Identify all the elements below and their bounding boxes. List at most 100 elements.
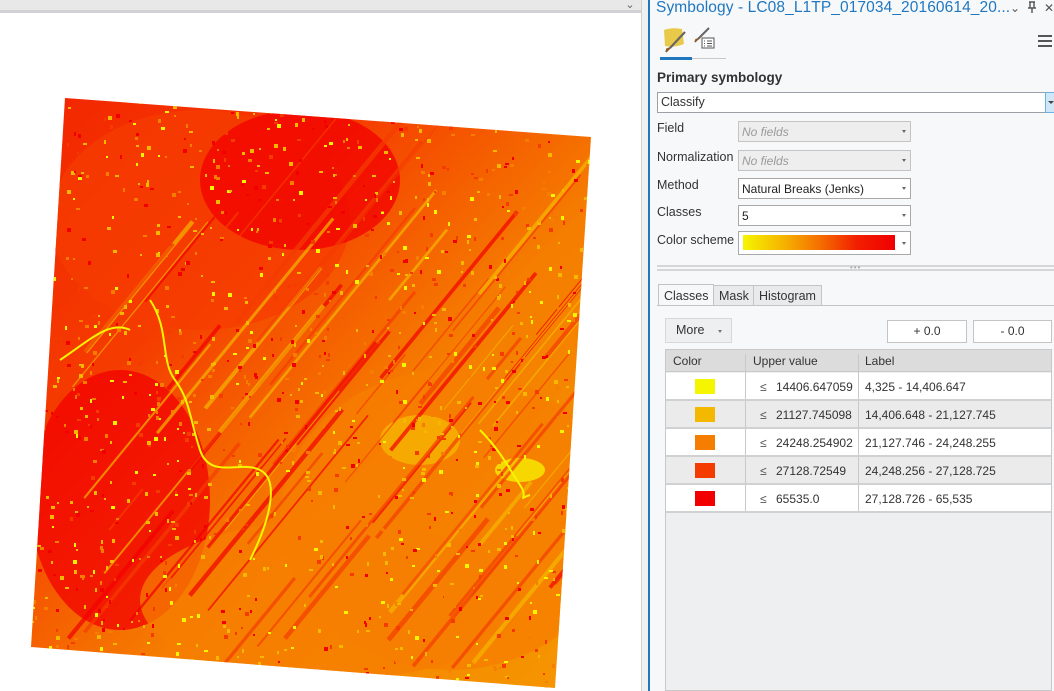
raster-pixel: [400, 306, 402, 310]
raster-pixel: [186, 124, 188, 128]
raster-pixel: [51, 184, 54, 186]
upper-value[interactable]: 14406.647059: [776, 380, 853, 394]
grip-icon: •••: [850, 263, 862, 272]
raster-pixel: [467, 376, 471, 378]
raster-pixel: [64, 424, 66, 427]
raster-pixel: [38, 569, 42, 572]
raster-pixel: [442, 308, 446, 311]
raster-pixel: [438, 421, 441, 425]
tab-histogram[interactable]: Histogram: [753, 285, 822, 306]
table-row[interactable]: ≤27128.72549 24,248.256 - 27,128.725: [666, 457, 1051, 485]
raster-pixel: [399, 538, 403, 541]
raster-pixel: [367, 562, 369, 566]
color-swatch[interactable]: [695, 407, 715, 422]
raster-pixel: [163, 575, 167, 578]
raster-pixel: [317, 98, 321, 100]
upper-value[interactable]: 65535.0: [776, 492, 819, 506]
raster-pixel: [556, 212, 559, 216]
classes-select[interactable]: 5: [738, 205, 911, 226]
raster-pixel: [389, 653, 393, 657]
raster-layer[interactable]: [0, 16, 641, 691]
raster-pixel: [190, 144, 192, 147]
raster-pixel: [250, 610, 252, 613]
column-divider: [745, 429, 746, 455]
method-label: Method: [657, 178, 699, 192]
class-label[interactable]: 14,406.648 - 21,127.745: [865, 408, 996, 422]
raster-pixel: [357, 140, 359, 144]
pin-icon[interactable]: [1025, 1, 1039, 15]
hamburger-menu-icon[interactable]: [1038, 35, 1052, 49]
shift-up-input[interactable]: + 0.0: [887, 320, 967, 343]
raster-pixel: [316, 315, 320, 318]
table-row[interactable]: ≤24248.254902 21,127.746 - 24,248.255: [666, 429, 1051, 457]
more-button[interactable]: More: [665, 318, 732, 343]
raster-pixel: [401, 554, 403, 558]
tab-primary-symbology[interactable]: [660, 24, 692, 56]
raster-pixel: [480, 595, 483, 597]
class-label[interactable]: 21,127.746 - 24,248.255: [865, 436, 996, 450]
method-select[interactable]: Natural Breaks (Jenks): [738, 178, 911, 199]
raster-pixel: [398, 495, 402, 497]
color-scheme-select[interactable]: [738, 231, 911, 255]
column-divider[interactable]: [858, 354, 859, 375]
color-swatch[interactable]: [695, 435, 715, 450]
column-divider[interactable]: [745, 354, 746, 375]
tab-mask[interactable]: Mask: [713, 285, 755, 306]
raster-pixel: [488, 456, 491, 460]
raster-pixel: [317, 560, 321, 564]
raster-pixel: [82, 238, 86, 241]
raster-pixel: [248, 159, 252, 162]
raster-pixel: [474, 127, 477, 129]
color-swatch[interactable]: [695, 379, 715, 394]
raster-pixel: [54, 205, 56, 208]
column-header-color[interactable]: Color: [673, 354, 702, 368]
tab-classes[interactable]: Classes: [658, 284, 715, 306]
raster-pixel: [505, 617, 509, 620]
raster-pixel: [173, 106, 177, 109]
raster-pixel: [339, 407, 341, 411]
table-row[interactable]: ≤65535.0 27,128.726 - 65,535: [666, 485, 1051, 513]
dropdown-arrow-icon[interactable]: [1045, 92, 1054, 113]
map-view[interactable]: ⌄: [0, 0, 641, 691]
raster-pixel: [567, 635, 571, 638]
class-label[interactable]: 24,248.256 - 27,128.725: [865, 464, 996, 478]
shift-down-input[interactable]: - 0.0: [973, 320, 1052, 343]
raster-pixel: [395, 648, 398, 650]
raster-pixel: [109, 631, 113, 633]
pane-splitter[interactable]: [641, 0, 648, 691]
raster-pixel: [67, 190, 71, 194]
renderer-select[interactable]: Classify: [657, 92, 1054, 113]
raster-pixel: [449, 419, 453, 422]
close-icon[interactable]: ✕: [1042, 1, 1054, 15]
map-view-header: ⌄: [0, 0, 641, 13]
table-row[interactable]: ≤21127.745098 14,406.648 - 21,127.745: [666, 401, 1051, 429]
raster-pixel: [36, 156, 38, 159]
raster-pixel: [491, 319, 493, 321]
upper-value[interactable]: 21127.745098: [776, 408, 852, 422]
upper-value[interactable]: 24248.254902: [776, 436, 853, 450]
raster-pixel: [237, 656, 239, 658]
tab-secondary-symbology[interactable]: [692, 24, 724, 56]
raster-pixel: [508, 512, 510, 514]
class-label[interactable]: 4,325 - 14,406.647: [865, 380, 966, 394]
raster-pixel: [178, 272, 182, 276]
class-label[interactable]: 27,128.726 - 65,535: [865, 492, 972, 506]
upper-value[interactable]: 27128.72549: [776, 464, 846, 478]
raster-pixel: [332, 167, 334, 169]
column-header-label[interactable]: Label: [865, 354, 894, 368]
color-swatch[interactable]: [695, 463, 715, 478]
raster-pixel: [387, 581, 390, 583]
column-header-upper-value[interactable]: Upper value: [753, 354, 818, 368]
table-row[interactable]: ≤14406.647059 4,325 - 14,406.647: [666, 373, 1051, 401]
color-swatch[interactable]: [695, 491, 715, 506]
raster-pixel: [471, 173, 474, 175]
chevron-down-icon[interactable]: ⌄: [623, 0, 637, 12]
raster-pixel: [225, 518, 229, 522]
raster-pixel: [49, 664, 52, 666]
raster-pixel: [246, 194, 249, 196]
section-splitter[interactable]: •••: [657, 263, 1054, 272]
column-divider: [745, 485, 746, 511]
raster-pixel: [512, 370, 516, 373]
raster-pixel: [78, 134, 81, 138]
chevron-down-icon[interactable]: ⌄: [1008, 1, 1022, 15]
